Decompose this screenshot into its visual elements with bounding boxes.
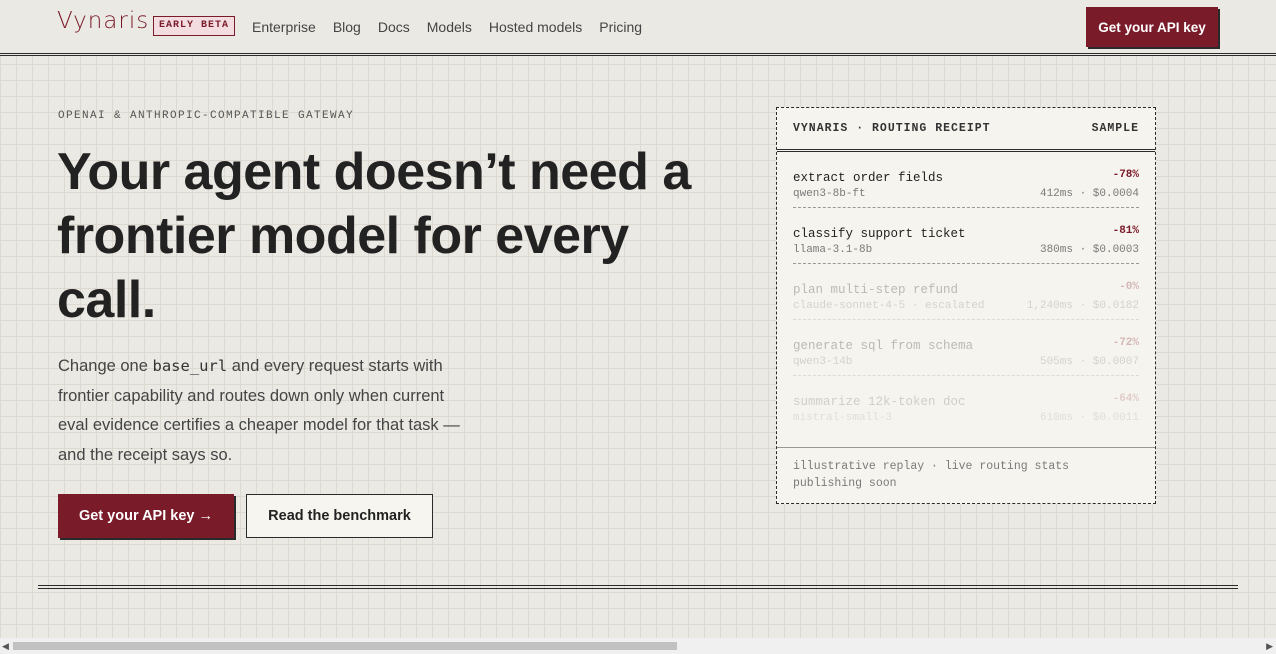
receipt-row: summarize 12k-token doc -64% mistral-sma… xyxy=(793,376,1139,432)
receipt-footer: illustrative replay · live routing stats… xyxy=(777,447,1155,503)
receipt-rows: extract order fields -78% qwen3-8b-ft 41… xyxy=(777,152,1155,432)
receipt-task: extract order fields xyxy=(793,171,944,185)
nav-link-hosted-models[interactable]: Hosted models xyxy=(489,19,582,35)
get-api-key-button[interactable]: Get your API key xyxy=(1086,7,1218,47)
receipt-model: claude-sonnet-4-5 · escalated xyxy=(793,300,985,312)
early-beta-badge: EARLY BETA xyxy=(153,16,236,36)
receipt-row: plan multi-step refund -0% claude-sonnet… xyxy=(793,264,1139,320)
hero-lede: Change one base_url and every request st… xyxy=(58,352,478,470)
receipt-row: generate sql from schema -72% qwen3-14b … xyxy=(793,320,1139,376)
receipt-task: plan multi-step refund xyxy=(793,283,959,297)
receipt-model: mistral-small-3 xyxy=(793,412,893,424)
nav-link-enterprise[interactable]: Enterprise xyxy=(252,19,316,35)
logo[interactable]: Vynaris xyxy=(57,8,149,34)
horizontal-scrollbar[interactable]: ◀ ▶ xyxy=(0,638,1276,654)
receipt-savings: -64% xyxy=(1112,393,1139,405)
scroll-right-icon[interactable]: ▶ xyxy=(1266,641,1273,651)
receipt-header: VYNARIS · ROUTING RECEIPT SAMPLE xyxy=(777,108,1155,152)
receipt-task: summarize 12k-token doc xyxy=(793,395,966,409)
nav-link-pricing[interactable]: Pricing xyxy=(599,19,642,35)
receipt-task: generate sql from schema xyxy=(793,339,974,353)
receipt-title: VYNARIS · ROUTING RECEIPT xyxy=(793,122,991,135)
hero-headline: Your agent doesn’t need a frontier model… xyxy=(57,143,691,329)
get-api-key-primary-button[interactable]: Get your API key → xyxy=(58,494,234,538)
nav-links: Enterprise Blog Docs Models Hosted model… xyxy=(252,19,659,35)
scrollbar-thumb[interactable] xyxy=(13,642,677,650)
receipt-model: llama-3.1-8b xyxy=(793,244,873,256)
receipt-row: classify support ticket -81% llama-3.1-8… xyxy=(793,208,1139,264)
lede-text-start: Change one xyxy=(58,357,153,375)
receipt-savings: -78% xyxy=(1112,169,1139,181)
receipt-latency-cost: 380ms · $0.0003 xyxy=(1039,244,1139,256)
receipt-task: classify support ticket xyxy=(793,227,966,241)
receipt-latency-cost: 610ms · $0.0011 xyxy=(1039,412,1139,424)
receipt-savings: -81% xyxy=(1112,225,1139,237)
top-nav: Vynaris EARLY BETA Enterprise Blog Docs … xyxy=(0,0,1276,56)
receipt-model: qwen3-14b xyxy=(793,356,853,368)
base-url-code: base_url xyxy=(152,357,228,375)
read-benchmark-button[interactable]: Read the benchmark xyxy=(246,494,433,538)
receipt-latency-cost: 1,240ms · $0.0182 xyxy=(1026,300,1139,312)
nav-link-docs[interactable]: Docs xyxy=(378,19,410,35)
receipt-tag: SAMPLE xyxy=(1091,122,1139,135)
section-divider xyxy=(38,585,1238,589)
nav-link-models[interactable]: Models xyxy=(427,19,472,35)
receipt-savings: -72% xyxy=(1112,337,1139,349)
receipt-latency-cost: 412ms · $0.0004 xyxy=(1039,188,1139,200)
receipt-savings: -0% xyxy=(1119,281,1139,293)
receipt-model: qwen3-8b-ft xyxy=(793,188,866,200)
nav-link-blog[interactable]: Blog xyxy=(333,19,361,35)
logo-text: Vynaris xyxy=(57,8,150,34)
hero-eyebrow: OPENAI & ANTHROPIC-COMPATIBLE GATEWAY xyxy=(58,110,355,122)
scroll-left-icon[interactable]: ◀ xyxy=(2,641,9,651)
receipt-latency-cost: 505ms · $0.0007 xyxy=(1039,356,1139,368)
routing-receipt: VYNARIS · ROUTING RECEIPT SAMPLE extract… xyxy=(776,107,1156,504)
receipt-row: extract order fields -78% qwen3-8b-ft 41… xyxy=(793,152,1139,208)
